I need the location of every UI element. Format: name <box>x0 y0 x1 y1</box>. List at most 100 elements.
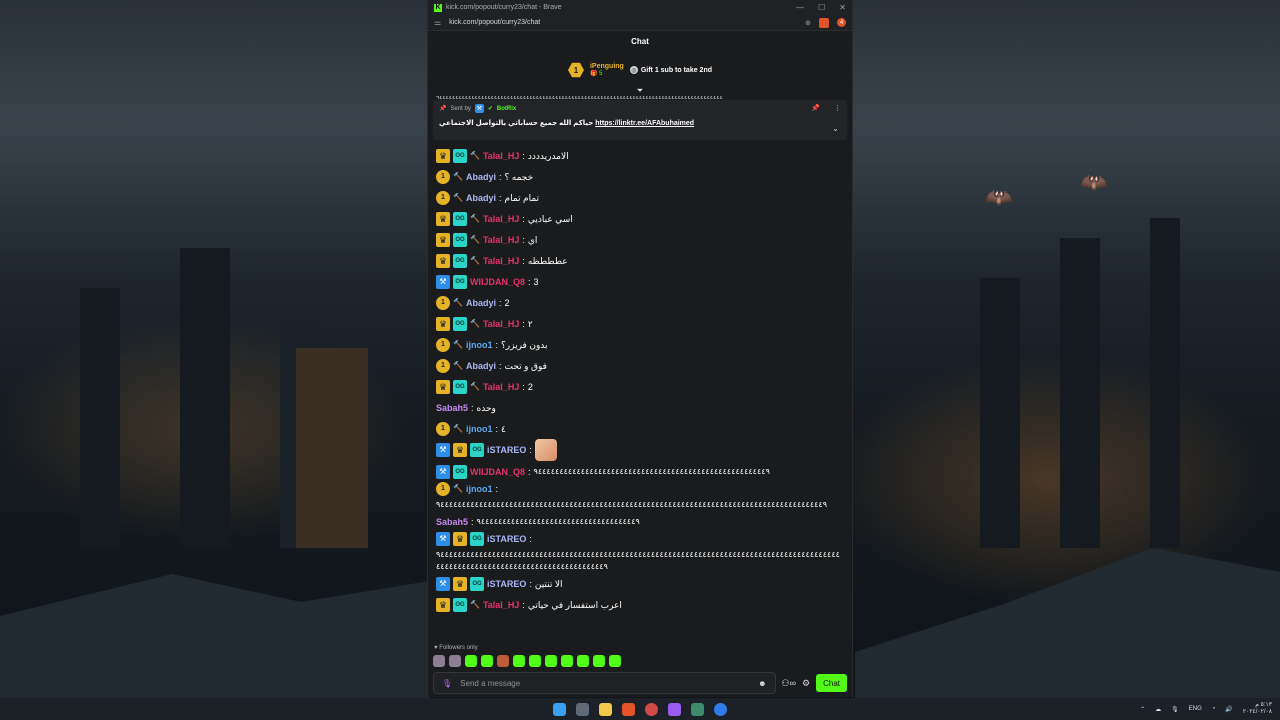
separator: : <box>471 516 474 527</box>
hammer-icon: 🔨 <box>453 297 463 307</box>
mic-tray-icon[interactable]: 🎙 <box>1171 706 1179 713</box>
clock[interactable]: ٥:١٣ م ٢٠٢٤/٠٢/٠٨ <box>1243 702 1272 716</box>
emote-button[interactable] <box>481 655 493 667</box>
separator: : <box>522 234 525 245</box>
chat-username[interactable]: Talal_HJ <box>483 318 519 330</box>
emote-button[interactable] <box>513 655 525 667</box>
file-explorer-icon[interactable] <box>599 702 612 716</box>
active-app-icon[interactable] <box>668 702 681 716</box>
gift-sub-prompt[interactable]: ◎ Gift 1 sub to take 2nd <box>629 66 712 74</box>
wifi-icon[interactable]: ◔ <box>1212 706 1216 712</box>
app-icon[interactable] <box>714 702 727 716</box>
send-chat-button[interactable]: Chat <box>816 674 847 692</box>
maximize-icon[interactable]: ☐ <box>818 3 825 12</box>
crown-badge-icon: ♛ <box>453 576 467 591</box>
kick-logo-icon: K <box>434 3 442 12</box>
emote-image <box>534 439 557 461</box>
microphone-icon[interactable]: 🎙 <box>442 679 452 688</box>
chevron-up-icon[interactable]: ⌃ <box>1140 706 1145 713</box>
expand-chevron-icon[interactable]: ⌄ <box>832 124 839 133</box>
chat-username[interactable]: Sabah5 <box>436 402 468 414</box>
zoom-icon[interactable]: ⊕ <box>805 19 811 27</box>
emote-button[interactable] <box>561 655 573 667</box>
chat-username[interactable]: ijnoo1 <box>466 483 493 495</box>
chat-username[interactable]: ijnoo1 <box>466 339 493 351</box>
chat-message: ⚒ OG WIIJDAN_Q8:3 <box>436 271 844 292</box>
chat-message-text: ٩٤٤٤٤٤٤٤٤٤٤٤٤٤٤٤٤٤٤٤٤٤٤٤٤٤٤٤٤٤٤٤٤٤٤٤٤٤٤٤… <box>436 550 840 571</box>
chat-message-text: 2 <box>504 297 510 308</box>
emote-button[interactable] <box>529 655 541 667</box>
brave-browser-icon[interactable] <box>622 702 635 716</box>
pinned-bot-name[interactable]: BotRix <box>497 106 516 112</box>
emote-button[interactable] <box>449 655 461 667</box>
chat-username[interactable]: Talal_HJ <box>483 381 519 393</box>
brave-shield-icon[interactable] <box>819 17 829 28</box>
collapse-arrow-icon[interactable]: ⏷ <box>428 87 852 96</box>
chat-username[interactable]: iSTAREO <box>487 533 526 545</box>
emote-button[interactable] <box>497 655 509 667</box>
gift-sub-icon: ◎ <box>629 66 638 74</box>
chat-username[interactable]: WIIJDAN_Q8 <box>470 466 525 478</box>
chat-message-text: وحده <box>476 402 496 413</box>
chat-username[interactable]: WIIJDAN_Q8 <box>470 276 525 288</box>
chat-message: Sabah5: وحده <box>436 397 844 418</box>
task-view-icon[interactable] <box>576 702 589 716</box>
chat-username[interactable]: Sabah5 <box>436 516 468 528</box>
language-indicator[interactable]: ENG <box>1189 706 1202 712</box>
emote-button[interactable] <box>465 655 477 667</box>
cloud-icon[interactable]: ☁ <box>1155 706 1161 713</box>
emote-button[interactable] <box>545 655 557 667</box>
separator: : <box>529 534 532 544</box>
leader-name[interactable]: iPenguing <box>590 63 624 70</box>
chat-username[interactable]: Talal_HJ <box>483 255 519 267</box>
separator: : <box>522 150 525 161</box>
pinned-link[interactable]: https://linktr.ee/AFAbuhaimed <box>595 120 694 127</box>
chat-message: 1 🔨 Abadyi:2 <box>436 292 844 313</box>
minimize-icon[interactable]: — <box>796 3 804 12</box>
chat-title: Chat <box>631 37 649 46</box>
emote-button[interactable] <box>593 655 605 667</box>
chat-message: ♛ OG 🔨 Talal_HJ: اي <box>436 229 844 250</box>
chat-message: 1 🔨 Abadyi: فوق و تحت <box>436 355 844 376</box>
emote-button[interactable] <box>433 655 445 667</box>
start-menu-icon[interactable] <box>553 702 566 716</box>
chat-username[interactable]: Talal_HJ <box>483 234 519 246</box>
emoji-picker-icon[interactable]: ☻ <box>758 679 766 688</box>
url-text[interactable]: kick.com/popout/curry23/chat <box>449 19 805 26</box>
chat-username[interactable]: iSTAREO <box>487 578 526 590</box>
chat-username[interactable]: Abadyi <box>466 192 496 204</box>
users-icon[interactable]: ⚇∞ <box>782 678 796 689</box>
chat-username[interactable]: Abadyi <box>466 360 496 372</box>
unpin-icon[interactable]: 📌 <box>811 104 820 112</box>
chat-username[interactable]: Talal_HJ <box>483 150 519 162</box>
chat-username[interactable]: Talal_HJ <box>483 599 519 611</box>
chat-username[interactable]: Abadyi <box>466 297 496 309</box>
site-settings-icon[interactable]: ⚌ <box>434 18 441 27</box>
chat-username[interactable]: Abadyi <box>466 171 496 183</box>
chat-message: 1 🔨 Abadyi: خجمه ؟ <box>436 166 844 187</box>
chat-username[interactable]: iSTAREO <box>487 444 526 456</box>
crown-badge-icon: ♛ <box>436 379 450 394</box>
pinned-sent-by: Sent by <box>450 105 471 112</box>
clock-date: ٢٠٢٤/٠٢/٠٨ <box>1242 709 1272 715</box>
separator: : <box>522 213 525 224</box>
emote-button[interactable] <box>577 655 589 667</box>
chat-message-input[interactable] <box>460 678 751 688</box>
more-options-icon[interactable]: ⋮ <box>834 104 841 112</box>
chat-username[interactable]: Talal_HJ <box>483 213 519 225</box>
emote-button[interactable] <box>609 655 621 667</box>
brave-rewards-icon[interactable]: 4 <box>837 18 846 27</box>
separator: : <box>498 171 502 182</box>
chat-username[interactable]: ijnoo1 <box>466 423 493 435</box>
address-bar: ⚌ kick.com/popout/curry23/chat ⊕ 4 <box>428 15 852 31</box>
og-badge-icon: OG <box>470 532 484 546</box>
hammer-icon: 🔨 <box>470 318 480 328</box>
bat-icon: 🦇 <box>985 185 1013 210</box>
volume-icon[interactable]: 🔊 <box>1225 706 1232 713</box>
app-icon[interactable] <box>691 702 704 716</box>
app-icon[interactable] <box>645 702 658 716</box>
chat-message: ♛ OG 🔨 Talal_HJ: الامدريدددد <box>436 145 844 166</box>
settings-gear-icon[interactable]: ⚙ <box>802 678 810 689</box>
chat-messages: ♛ OG 🔨 Talal_HJ: الامدريدددد 1 🔨 Abadyi: خجمه ؟ 1… <box>428 145 852 643</box>
close-icon[interactable]: ✕ <box>839 3 846 12</box>
